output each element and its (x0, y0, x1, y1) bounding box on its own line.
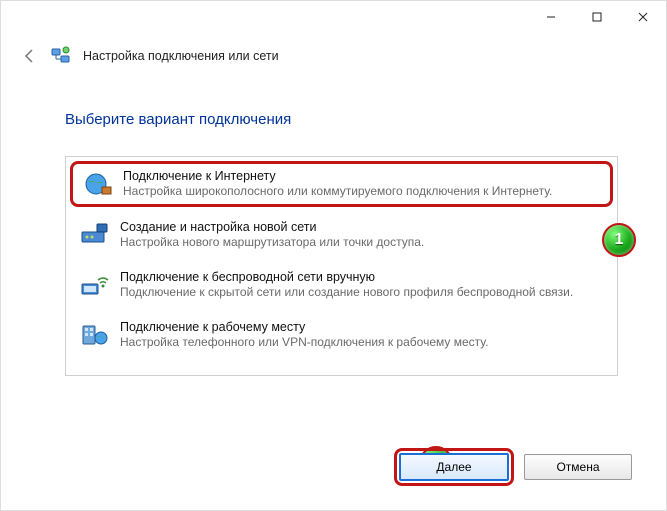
network-wizard-icon (51, 46, 71, 66)
option-desc: Настройка нового маршрутизатора или точк… (120, 235, 424, 249)
annotation-badge-1: 1 (602, 223, 636, 257)
footer: Далее Отмена (394, 448, 632, 486)
option-desc: Подключение к скрытой сети или создание … (120, 285, 573, 299)
option-new-network[interactable]: Создание и настройка новой сети Настройк… (70, 213, 613, 257)
wizard-window: Настройка подключения или сети Выберите … (0, 0, 667, 511)
cancel-button[interactable]: Отмена (524, 454, 632, 480)
vpn-icon (78, 319, 110, 351)
options-list: Подключение к Интернету Настройка широко… (65, 156, 618, 376)
option-desc: Настройка телефонного или VPN-подключени… (120, 335, 488, 349)
option-workplace[interactable]: Подключение к рабочему месту Настройка т… (70, 313, 613, 357)
option-title: Подключение к беспроводной сети вручную (120, 270, 573, 284)
minimize-icon (546, 12, 556, 22)
back-button[interactable] (21, 47, 39, 65)
page-heading: Выберите вариант подключения (65, 111, 618, 128)
next-button-highlight: Далее (394, 448, 514, 486)
wizard-title: Настройка подключения или сети (83, 49, 279, 63)
header: Настройка подключения или сети (1, 39, 666, 73)
main-content: Выберите вариант подключения Подключение… (1, 73, 666, 376)
option-internet[interactable]: Подключение к Интернету Настройка широко… (70, 161, 613, 207)
option-wireless-manual[interactable]: Подключение к беспроводной сети вручную … (70, 263, 613, 307)
globe-icon (81, 168, 113, 200)
option-title: Подключение к рабочему месту (120, 320, 488, 334)
back-arrow-icon (22, 48, 38, 64)
close-icon (638, 12, 648, 22)
option-title: Создание и настройка новой сети (120, 220, 424, 234)
maximize-button[interactable] (574, 1, 620, 33)
wifi-icon (78, 269, 110, 301)
router-icon (78, 219, 110, 251)
close-button[interactable] (620, 1, 666, 33)
option-title: Подключение к Интернету (123, 169, 552, 183)
next-button[interactable]: Далее (399, 453, 509, 481)
maximize-icon (592, 12, 602, 22)
titlebar (1, 1, 666, 33)
option-desc: Настройка широкополосного или коммутируе… (123, 184, 552, 198)
minimize-button[interactable] (528, 1, 574, 33)
